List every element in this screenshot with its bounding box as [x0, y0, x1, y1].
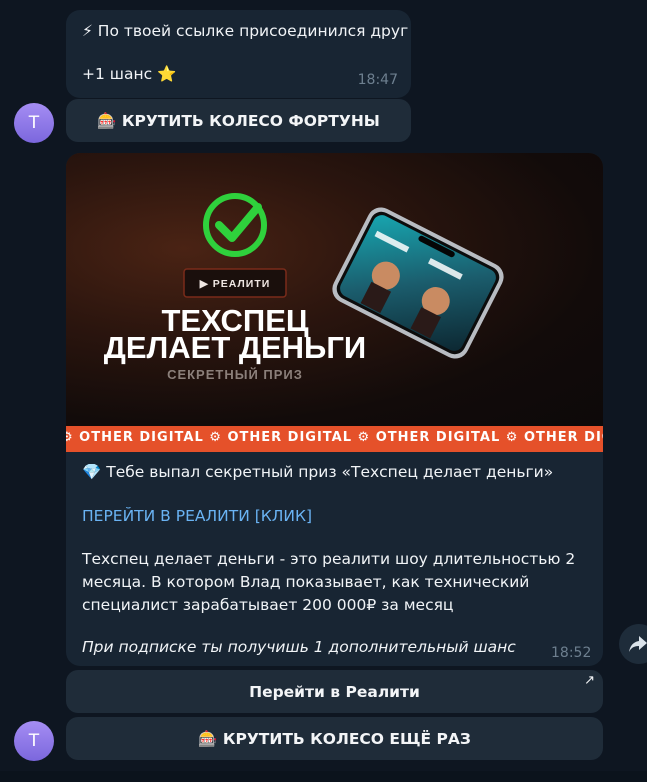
message-time: 18:52 [551, 645, 592, 661]
avatar-letter: T [28, 731, 40, 751]
subscription-note: При подписке ты получишь 1 дополнительны… [82, 638, 516, 656]
message-text-line1: ⚡ По твоей ссылке присоединился друг [82, 22, 409, 40]
avatar-letter: T [28, 113, 40, 133]
banner-title-line2: ДЕЛАЕТ ДЕНЬГИ [104, 330, 366, 365]
avatar[interactable]: T [14, 103, 54, 143]
description-line3: специалист зарабатывает 200 000₽ за меся… [82, 596, 454, 614]
reality-tag-label: ▶ РЕАЛИТИ [199, 278, 271, 290]
bottom-divider [0, 771, 647, 782]
avatar[interactable]: T [14, 721, 54, 761]
description-line1: Техспец делает деньги - это реалити шоу … [82, 550, 576, 568]
message-time: 18:47 [357, 72, 398, 88]
banner-strip: ⚙ OTHER DIGITAL ⚙ OTHER DIGITAL ⚙ OTHER … [66, 426, 603, 452]
share-button[interactable] [619, 624, 647, 664]
description-line2: месяца. В котором Влад показывает, как т… [82, 573, 530, 591]
banner-subtitle: СЕКРЕТНЫЙ ПРИЗ [167, 367, 303, 382]
banner-strip-text: ⚙ OTHER DIGITAL ⚙ OTHER DIGITAL ⚙ OTHER … [66, 430, 603, 445]
external-link-icon: ↗ [584, 673, 595, 688]
check-circle-icon [203, 193, 267, 257]
banner-image: ▶ РЕАЛИТИ ТЕХСПЕЦ ДЕЛАЕТ ДЕНЬГИ СЕКРЕТНЫ… [66, 153, 603, 426]
reality-link[interactable]: ПЕРЕЙТИ В РЕАЛИТИ [КЛИК] [82, 507, 312, 525]
message-bubble-referral: ⚡ По твоей ссылке присоединился друг +1 … [66, 10, 411, 98]
prize-text: 💎 Тебе выпал секретный приз «Техспец дел… [82, 463, 554, 481]
spin-again-button[interactable]: 🎰 КРУТИТЬ КОЛЕСО ЕЩЁ РАЗ [66, 717, 603, 760]
message-text-line2: +1 шанс ⭐ [82, 65, 177, 83]
banner-graphic: ▶ РЕАЛИТИ ТЕХСПЕЦ ДЕЛАЕТ ДЕНЬГИ СЕКРЕТНЫ… [104, 193, 504, 382]
share-arrow-icon [629, 636, 647, 652]
spin-wheel-button[interactable]: 🎰 КРУТИТЬ КОЛЕСО ФОРТУНЫ [66, 99, 411, 142]
go-to-reality-label: Перейти в Реалити [249, 682, 420, 701]
go-to-reality-button[interactable]: Перейти в Реалити ↗ [66, 670, 603, 713]
